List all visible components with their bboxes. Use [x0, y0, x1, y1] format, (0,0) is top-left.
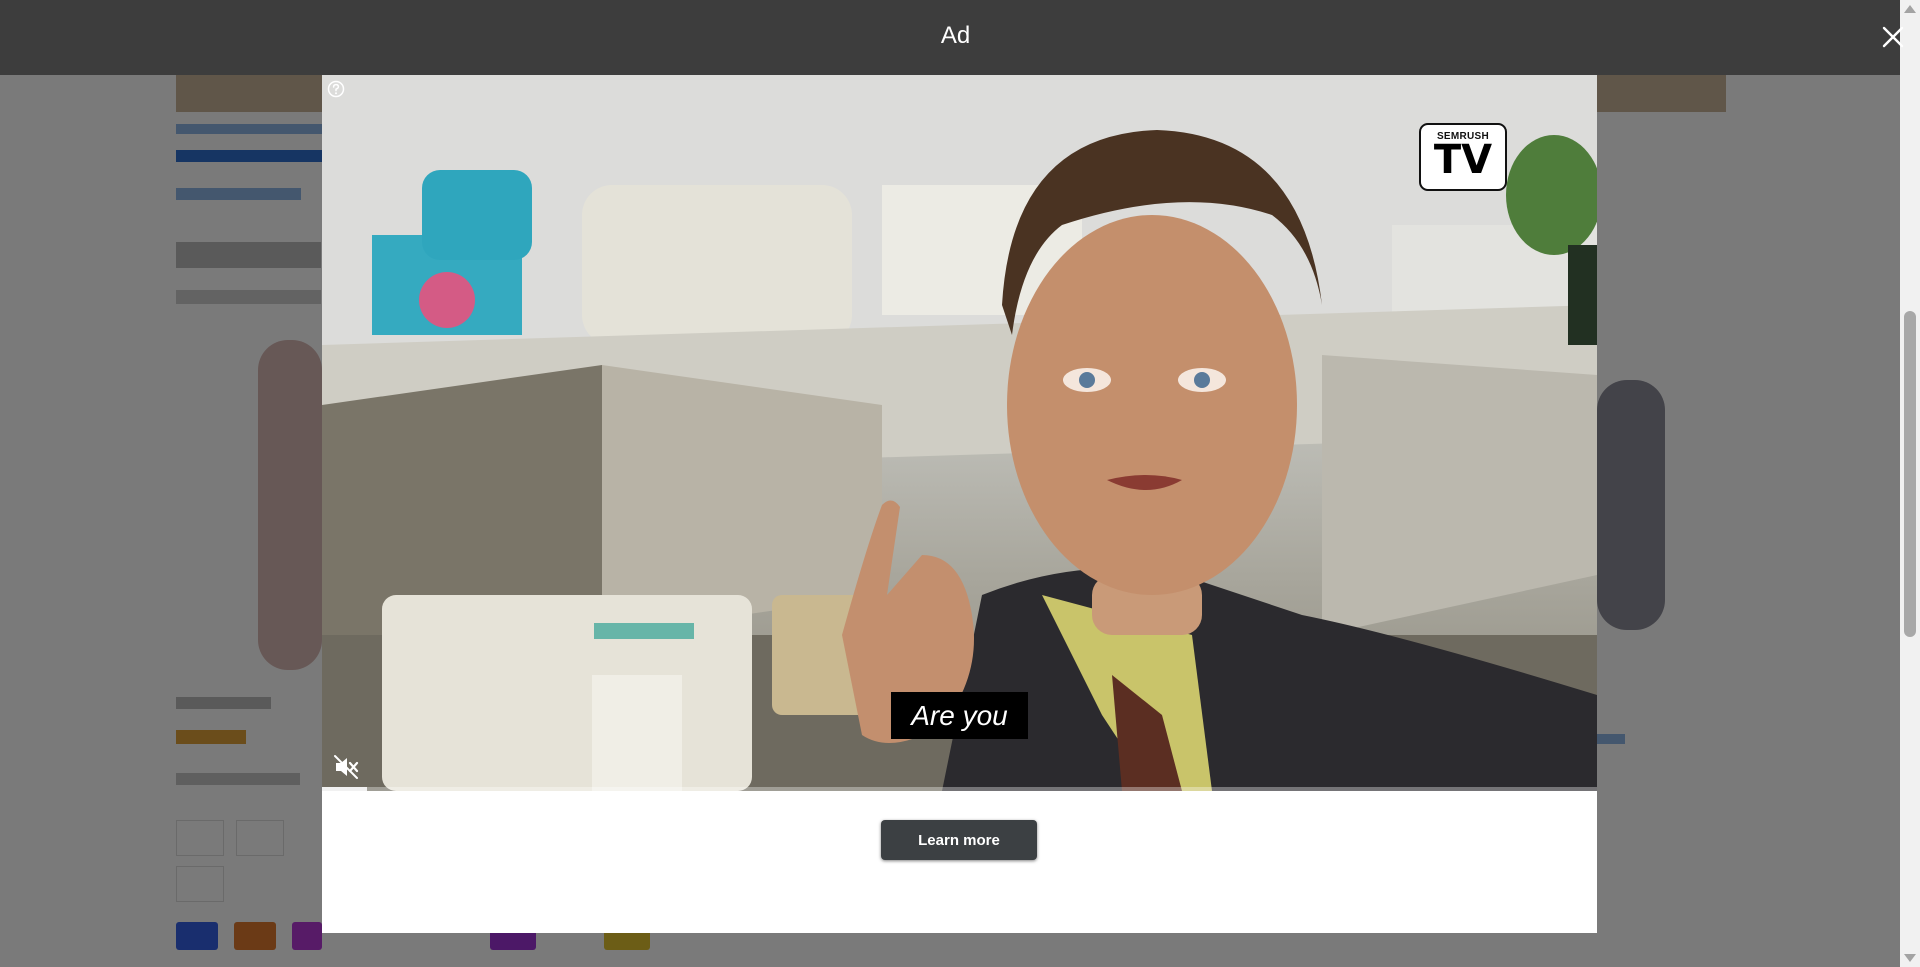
close-icon[interactable]	[1878, 22, 1908, 52]
video-progress-fill	[322, 787, 367, 791]
scroll-down-arrow[interactable]	[1904, 954, 1916, 962]
scrollbar-thumb[interactable]	[1904, 311, 1916, 637]
logo-tv-text: TV	[1433, 137, 1493, 183]
help-icon[interactable]	[327, 80, 345, 98]
ad-label: Ad	[940, 22, 971, 49]
ad-video[interactable]: SEMRUSH TV Are you	[322, 75, 1597, 791]
ad-container: SEMRUSH TV Are you Learn more	[322, 75, 1597, 933]
ad-header-bar: Ad	[0, 0, 1900, 75]
scroll-up-arrow[interactable]	[1904, 5, 1916, 13]
muted-speaker-icon[interactable]	[333, 754, 359, 780]
page-scrollbar[interactable]	[1900, 0, 1920, 967]
video-caption: Are you	[891, 692, 1028, 739]
video-progress-bar[interactable]	[322, 787, 1597, 791]
semrush-tv-logo: SEMRUSH TV	[1419, 123, 1507, 191]
video-frame-illustration	[322, 75, 1597, 791]
learn-more-button[interactable]: Learn more	[881, 820, 1037, 860]
